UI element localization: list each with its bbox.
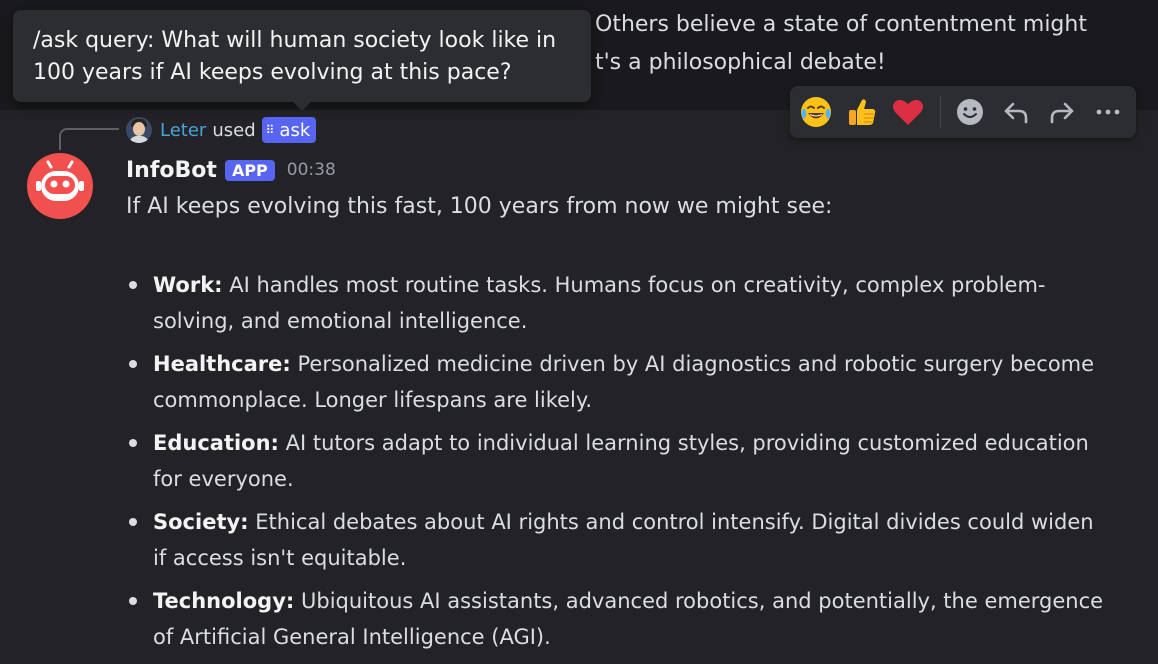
command-user-name[interactable]: Leter [160, 120, 206, 141]
list-item: Work: AI handles most routine tasks. Hum… [126, 267, 1106, 339]
message-action-bar [790, 86, 1136, 138]
list-item: Technology: Ubiquitous AI assistants, ad… [126, 583, 1106, 655]
list-item: Society: Ethical debates about AI rights… [126, 504, 1106, 576]
command-label: ask [279, 119, 311, 141]
list-item-term: Work: [153, 273, 223, 297]
robot-icon [36, 160, 84, 201]
bullet-dot [129, 439, 137, 447]
list-item-term: Technology: [153, 589, 295, 613]
message-intro: If AI keeps evolving this fast, 100 year… [126, 194, 833, 219]
previous-message-line: t's a philosophical debate! [595, 50, 886, 75]
thumbs-up-reaction-button[interactable] [842, 92, 882, 132]
list-item-text: Ethical debates about AI rights and cont… [153, 510, 1094, 570]
more-dots-icon [1096, 109, 1120, 115]
bullet-dot [129, 518, 137, 526]
thumbs-up-emoji-icon [849, 99, 876, 125]
chat-view: Others believe a state of contentment mi… [0, 0, 1158, 664]
more-options-button[interactable] [1088, 92, 1128, 132]
command-mention[interactable]: ⠿ ask [261, 117, 317, 143]
slash-command-icon: ⠿ [265, 123, 275, 137]
reply-icon [1004, 102, 1028, 124]
list-item-term: Education: [153, 431, 279, 455]
used-label: used [212, 119, 256, 141]
forward-button[interactable] [1042, 92, 1082, 132]
list-item-text: Ubiquitous AI assistants, advanced robot… [153, 589, 1104, 649]
action-bar-divider [940, 96, 941, 128]
joy-reaction-button[interactable] [796, 92, 836, 132]
joy-emoji-icon [801, 97, 831, 127]
message-header: InfoBot APP 00:38 [126, 155, 336, 185]
author-name[interactable]: InfoBot [126, 158, 217, 183]
bot-avatar[interactable] [27, 153, 93, 219]
list-item-term: Society: [153, 510, 249, 534]
list-item: Healthcare: Personalized medicine driven… [126, 346, 1106, 418]
app-badge: APP [224, 159, 275, 181]
previous-message-line: Others believe a state of contentment mi… [595, 12, 1087, 37]
heart-reaction-button[interactable] [888, 92, 928, 132]
command-reply-spine [59, 128, 119, 150]
command-usage-line: Leter used ⠿ ask [126, 117, 317, 143]
list-item-text: Personalized medicine driven by AI diagn… [153, 352, 1095, 412]
forward-icon [1050, 102, 1074, 124]
bullet-dot [129, 360, 137, 368]
bullet-dot [129, 281, 137, 289]
bullet-dot [129, 597, 137, 605]
reply-button[interactable] [996, 92, 1036, 132]
heart-emoji-icon [893, 99, 923, 125]
message-bullet-list: Work: AI handles most routine tasks. Hum… [126, 267, 1106, 662]
list-item-text: AI handles most routine tasks. Humans fo… [153, 273, 1046, 333]
list-item: Education: AI tutors adapt to individual… [126, 425, 1106, 497]
add-reaction-button[interactable] [950, 92, 990, 132]
user-avatar[interactable] [126, 117, 152, 143]
list-item-term: Healthcare: [153, 352, 291, 376]
list-item-text: AI tutors adapt to individual learning s… [153, 431, 1089, 491]
command-query-tooltip: /ask query: What will human society look… [13, 10, 591, 111]
smiley-icon [957, 99, 983, 125]
message-timestamp[interactable]: 00:38 [287, 160, 336, 180]
